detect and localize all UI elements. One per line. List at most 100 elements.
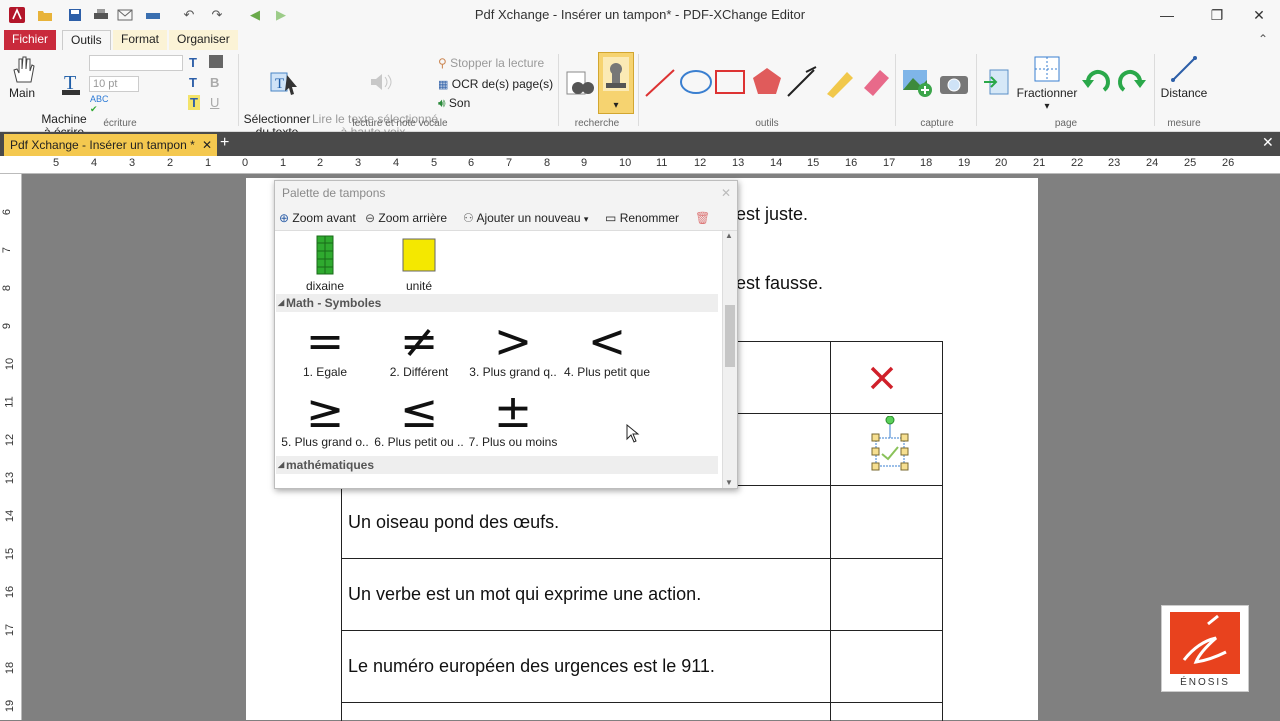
group-ecriture-label: écriture [103,118,137,129]
text-format-icon[interactable]: T [189,55,197,70]
split-button[interactable]: Fractionner ▾ [1016,54,1078,113]
ruler-tick-label: 18 [920,157,933,169]
stamp-item-different[interactable]: ≠ 2. Différent [373,314,465,383]
selected-check-stamp[interactable] [870,415,910,472]
color-swatch-icon[interactable] [209,55,223,68]
ruler-tick-label: 2 [317,157,324,169]
tab-format[interactable]: Format [113,30,168,50]
add-image-icon[interactable] [901,68,933,98]
zoom-in-button[interactable]: ⊕ Zoom avant [279,211,356,225]
rename-button[interactable]: ▭ Renommer [605,211,679,225]
stamp-item-plus-petit-ou-egal[interactable]: ≤6. Plus petit ou .. [373,384,465,453]
add-new-dropdown-icon[interactable]: ▾ [584,214,589,224]
document-tab[interactable]: Pdf Xchange - Insérer un tampon * ✕ [4,134,217,156]
sound-button[interactable]: 🔊︎ Son [438,96,470,111]
group-separator [638,54,639,126]
search-binoculars-icon[interactable] [564,68,594,100]
ruler-tick-label: 1 [205,157,212,169]
tab-outils[interactable]: Outils [62,30,111,50]
add-new-button[interactable]: ⚇ Ajouter un nouveau ▾ [463,211,588,225]
zoom-out-button[interactable]: ⊖ Zoom arrière [365,211,447,225]
scrollbar-thumb[interactable] [725,305,735,367]
font-size-select[interactable]: 10 pt [89,76,139,92]
ocr-button[interactable]: ▦ OCR de(s) page(s) [438,77,553,91]
font-name-select[interactable] [89,55,183,71]
section-title: Math - Symboles [286,296,382,310]
group-separator [895,54,896,126]
palette-scrollbar[interactable]: ▲ ▼ [722,231,737,488]
stamp-item-plus-grand-ou-egal[interactable]: ≥5. Plus grand o.. [279,384,371,453]
stamp-palette: Palette de tampons ✕ ⊕ Zoom avant ⊖ Zoom… [274,180,738,489]
stamp-item-plus-ou-moins[interactable]: ±7. Plus ou moins [467,384,559,453]
ruler-tick-label: 17 [4,623,17,637]
stamp-tool-button[interactable]: ▾ [598,52,634,114]
ruler-tick-label: 15 [4,547,17,561]
close-all-tabs-icon[interactable]: ✕ [1262,134,1274,151]
stamp-item-plus-petit[interactable]: <4. Plus petit que [561,314,653,383]
split-dropdown-icon[interactable]: ▾ [1016,100,1078,113]
stamp-item-unite[interactable]: unité [373,231,465,297]
new-tab-icon[interactable]: + [220,134,229,152]
tab-fichier[interactable]: Fichier [4,30,57,50]
rotate-right-icon[interactable] [1116,68,1148,98]
ribbon-collapse-icon[interactable]: ⌃ [1258,32,1268,46]
distance-label: Distance [1160,86,1208,100]
close-window-button[interactable]: ✕ [1236,0,1280,30]
underline-icon[interactable]: U [210,95,219,110]
rename-icon: ▭ [605,211,617,225]
restore-button[interactable]: ❐ [1194,0,1240,30]
highlight-text-icon[interactable]: T [188,95,200,110]
equal-icon: = [305,314,345,368]
ruler-tick-label: 7 [506,157,513,169]
stamp-label: unité [405,279,433,293]
ruler-tick-label: 17 [883,157,896,169]
stamp-list[interactable]: dixaine unité ◢ Math - Symboles = 1. Egale… [275,231,721,488]
arrow-tool-icon [787,69,815,97]
stamp-item-dixaine[interactable]: dixaine [279,231,371,297]
hand-tool-button[interactable]: Main [6,54,38,100]
mouse-pointer-icon [626,423,640,447]
cross-stamp-icon[interactable] [868,364,896,395]
ruler-tick-label: 3 [355,157,362,169]
scroll-down-icon[interactable]: ▼ [725,478,733,487]
insert-page-icon[interactable] [982,68,1014,98]
stamp-item-egale[interactable]: = 1. Egale [279,314,371,383]
tab-organiser[interactable]: Organiser [169,30,238,50]
spellcheck-icon[interactable]: ABC ✔ [90,94,109,115]
camera-icon[interactable] [938,70,970,98]
not-equal-icon: ≠ [399,314,439,368]
ruler-tick-label: 5 [431,157,438,169]
palette-title-text: Palette de tampons [282,186,386,200]
stamp-dropdown-icon[interactable]: ▾ [599,100,633,111]
typewriter-icon: T [61,72,80,95]
greater-equal-icon: ≥ [305,384,345,438]
ruler-tick-label: 1 [280,157,287,169]
distance-button[interactable]: Distance [1158,54,1210,100]
stop-reading-button[interactable]: ⚲ Stopper la lecture [438,56,544,70]
scroll-up-icon[interactable]: ▲ [725,231,733,240]
text-size-icon[interactable]: T [189,75,197,90]
close-tab-icon[interactable]: ✕ [202,134,212,156]
rotate-left-icon[interactable] [1080,68,1112,98]
section-collapse-icon: ◢ [278,298,285,307]
ocr-label: OCR de(s) page(s) [451,77,554,91]
ruler-tick-label: 11 [3,396,16,408]
minimize-button[interactable]: — [1144,0,1190,30]
stamp-item-plus-grand[interactable]: >3. Plus grand q.. [467,314,559,383]
group-separator [1154,54,1155,126]
distance-icon [1171,56,1197,82]
delete-stamp-icon[interactable]: 🗑︎ [695,211,710,225]
bold-icon[interactable]: B [210,75,219,90]
hand-tool-label: Main [8,86,35,100]
dixaine-stamp-icon [279,231,371,279]
pencil-tool-icon [827,72,853,98]
palette-close-icon[interactable]: ✕ [721,181,731,205]
stop-reading-label: Stopper la lecture [450,56,545,70]
ruler-tick-label: 16 [4,585,17,599]
ruler-tick-label: 20 [995,157,1008,169]
stamp-label: dixaine [305,279,345,293]
polygon-tool-icon [753,68,781,94]
ruler-tick-label: 6 [468,157,475,169]
section-math-symboles[interactable]: ◢ Math - Symboles [276,294,718,312]
section-mathematiques[interactable]: ◢ mathématiques [276,456,718,474]
